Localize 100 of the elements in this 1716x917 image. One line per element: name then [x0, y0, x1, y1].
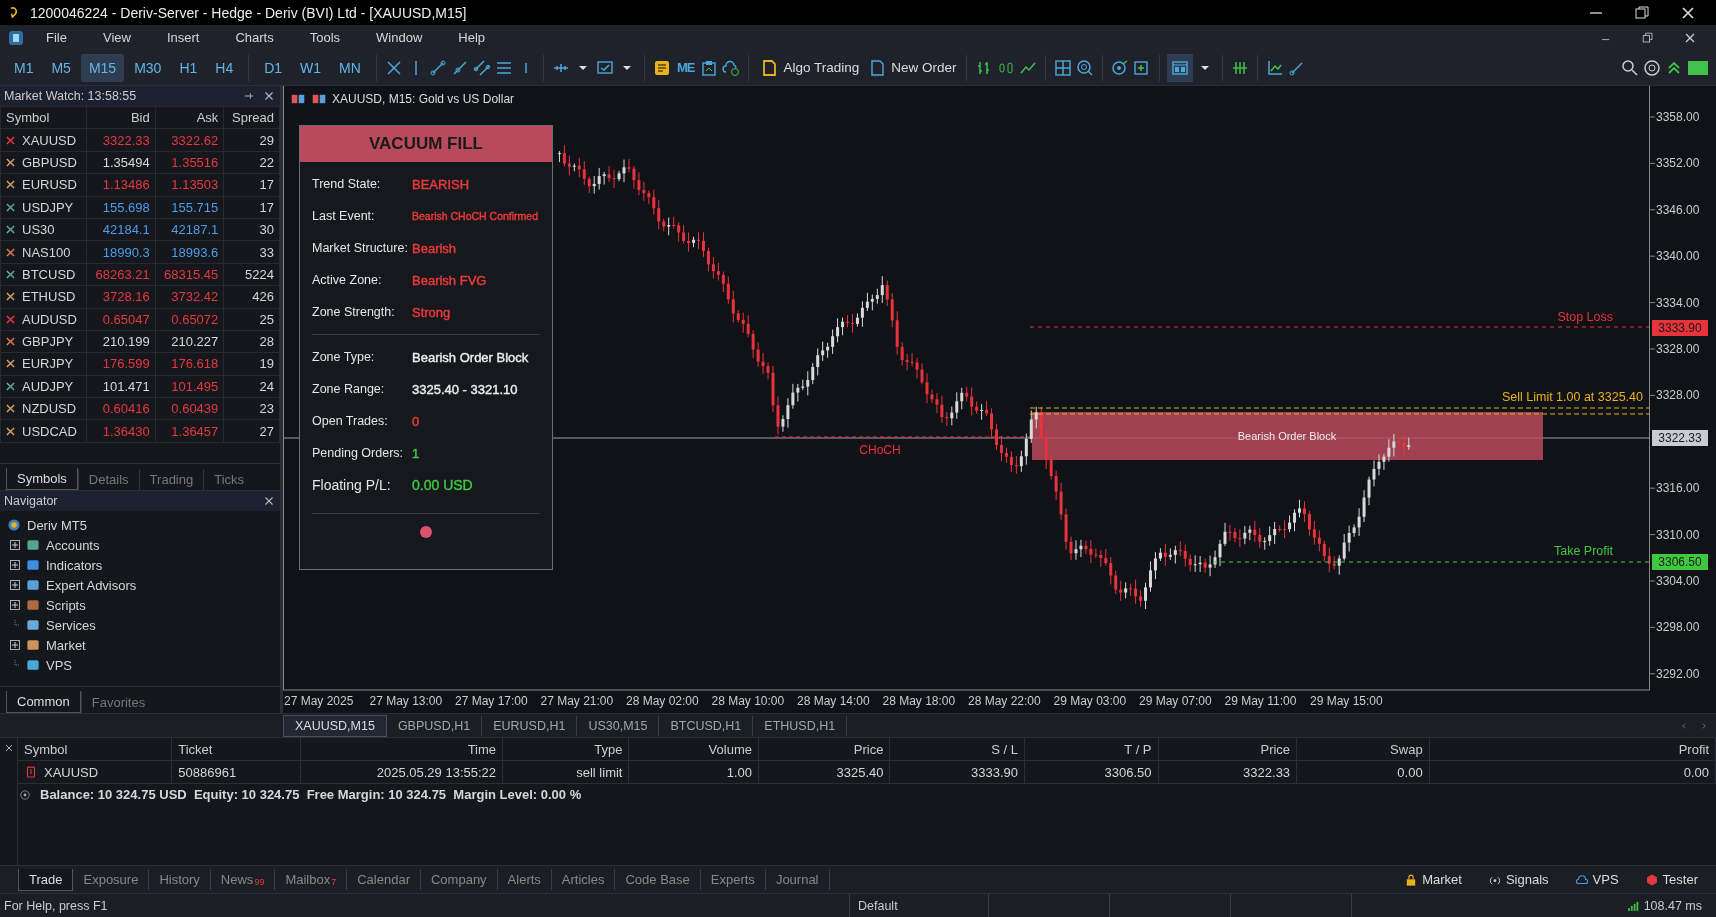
menu-item[interactable]: Charts — [219, 28, 290, 47]
column-header[interactable]: Bid — [86, 106, 156, 129]
bottom-tab[interactable]: Exposure — [73, 869, 150, 890]
column-header[interactable]: Swap — [1296, 738, 1430, 761]
algo-trading-button[interactable]: Algo Trading — [756, 53, 863, 82]
timeframe-tab[interactable]: D1 — [256, 53, 291, 82]
column-header[interactable]: Symbol — [0, 106, 87, 129]
panel-tab[interactable]: Symbols — [6, 468, 78, 490]
chart-tab[interactable]: GBPUSD,H1 — [386, 715, 483, 736]
bid-cell: 176.599 — [86, 352, 156, 376]
tree-item[interactable]: Scripts — [46, 597, 86, 613]
chart-layout-button[interactable] — [1167, 53, 1194, 82]
menu-item[interactable]: Help — [442, 28, 502, 47]
tree-item[interactable]: Services — [46, 617, 96, 633]
column-header[interactable]: Ask — [155, 106, 224, 129]
panel-tab[interactable]: Trading — [138, 469, 204, 490]
symbol-cell[interactable]: AUDUSD — [0, 308, 87, 331]
new-order-button[interactable]: New Order — [864, 53, 960, 82]
bottom-tab[interactable]: Mailbox7 — [275, 869, 348, 890]
footer-link[interactable]: Signals — [1481, 871, 1555, 888]
timeframe-tab[interactable]: M1 — [6, 53, 42, 82]
chart-tab[interactable]: ETHUSD,H1 — [753, 715, 848, 736]
timeframe-tab[interactable]: W1 — [292, 53, 330, 82]
menu-item[interactable]: Tools — [293, 28, 357, 47]
symbol-cell[interactable]: NAS100 — [0, 240, 87, 264]
bottom-tab[interactable]: History — [149, 869, 211, 890]
timeframe-tab[interactable]: H4 — [207, 53, 242, 82]
expand-icon[interactable] — [10, 600, 20, 610]
symbol-cell[interactable]: USDJPY — [0, 196, 87, 219]
timeframe-tab[interactable]: MN — [331, 53, 369, 82]
tree-item[interactable]: Expert Advisors — [46, 577, 137, 593]
grid-icon[interactable] — [1053, 57, 1074, 78]
column-header[interactable]: Symbol — [18, 738, 172, 761]
spread-cell: 426 — [223, 285, 280, 308]
bottom-tab[interactable]: Trade — [18, 868, 74, 891]
symbol-cell[interactable]: NZDUSD — [0, 397, 87, 420]
bottom-tab[interactable]: News 99 — [210, 869, 276, 890]
timeframe-tab[interactable]: M30 — [126, 53, 170, 82]
menu-item[interactable]: File — [30, 28, 83, 47]
tree-item[interactable]: Market — [46, 637, 86, 653]
chart-tab[interactable]: US30,M15 — [577, 715, 660, 736]
chart-tab[interactable]: EURUSD,H1 — [482, 715, 578, 736]
column-header[interactable]: Ticket — [171, 738, 301, 761]
symbol-cell[interactable]: EURJPY — [0, 352, 87, 376]
panel-tab[interactable]: Ticks — [203, 469, 255, 490]
panel-tab[interactable]: Common — [6, 691, 81, 713]
timeframe-tab[interactable]: H1 — [171, 53, 206, 82]
column-header[interactable]: Type — [502, 738, 629, 761]
tree-item[interactable]: Indicators — [46, 557, 103, 573]
table-cell: 2025.05.29 13:55:22 — [300, 760, 503, 784]
chart-tab[interactable]: BTCUSD,H1 — [659, 715, 754, 736]
expand-icon[interactable] — [10, 560, 20, 570]
expand-icon[interactable] — [10, 640, 20, 650]
symbol-cell[interactable]: US30 — [0, 218, 87, 241]
symbol-cell[interactable]: GBPJPY — [0, 330, 87, 353]
symbol-cell[interactable]: USDCAD — [0, 419, 87, 443]
search-icon[interactable] — [1620, 57, 1640, 78]
menu-item[interactable]: Insert — [150, 28, 216, 47]
cloud-icon — [1574, 872, 1589, 887]
tree-item[interactable]: Deriv MT5 — [27, 517, 87, 533]
bottom-tab[interactable]: Calendar — [347, 869, 421, 890]
symbol-cell[interactable]: AUDJPY — [0, 375, 87, 398]
timeframe-tab[interactable]: M15 — [80, 53, 125, 82]
footer-link[interactable]: VPS — [1568, 871, 1625, 888]
expand-icon[interactable] — [10, 540, 20, 550]
channel-icon[interactable] — [471, 57, 492, 78]
bottom-tab[interactable]: Experts — [700, 869, 766, 890]
panel-tab[interactable]: Details — [77, 469, 139, 490]
symbol-cell[interactable]: GBPUSD — [0, 151, 87, 174]
bottom-tab[interactable]: Alerts — [497, 869, 552, 890]
column-header[interactable]: T / P — [1024, 738, 1159, 761]
column-header[interactable]: Profit — [1429, 738, 1716, 761]
column-header[interactable]: S / L — [889, 738, 1025, 761]
bottom-tab[interactable]: Articles — [551, 869, 616, 890]
bottom-tab[interactable]: Code Base — [615, 869, 701, 890]
bottom-tab[interactable]: Journal — [765, 869, 830, 890]
symbol-cell[interactable]: ETHUSD — [0, 285, 87, 308]
footer-link[interactable]: Market — [1398, 871, 1468, 888]
bottom-tab[interactable]: Company — [420, 869, 498, 890]
tree-item[interactable]: Accounts — [46, 537, 100, 553]
column-header[interactable]: Spread — [223, 106, 280, 129]
column-header[interactable]: Time — [300, 738, 503, 761]
expand-icon[interactable] — [10, 580, 20, 590]
menu-item[interactable]: View — [86, 28, 147, 47]
chart-tab[interactable]: XAUUSD,M15 — [283, 714, 387, 737]
timeframe-tab[interactable]: M5 — [43, 53, 79, 82]
menu-item[interactable]: Window — [360, 28, 439, 47]
symbol-cell[interactable]: XAUUSD — [0, 128, 87, 152]
trend-line-icon[interactable] — [427, 57, 448, 78]
price-label: 3310.00 — [1656, 527, 1700, 542]
symbol-cell[interactable]: EURUSD — [0, 173, 87, 197]
column-header[interactable]: Price — [1158, 738, 1297, 761]
editor-button[interactable]: ME — [673, 56, 698, 79]
symbol-cell[interactable]: BTCUSD — [0, 263, 87, 286]
ask-cell: 1.35516 — [155, 151, 224, 174]
tree-item[interactable]: VPS — [46, 657, 72, 673]
column-header[interactable]: Price — [758, 738, 890, 761]
column-header[interactable]: Volume — [629, 738, 759, 761]
footer-link[interactable]: Tester — [1638, 871, 1704, 888]
price-label: 3358.00 — [1656, 110, 1700, 124]
